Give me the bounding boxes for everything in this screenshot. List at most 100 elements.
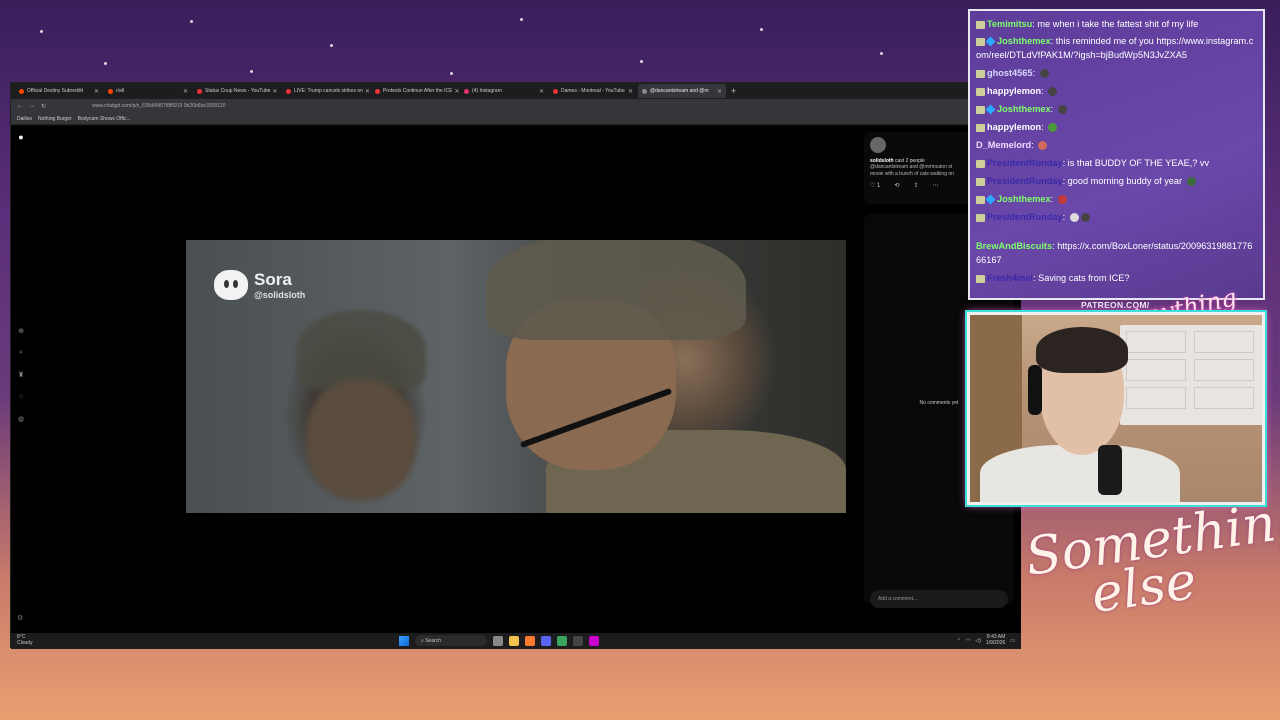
close-icon[interactable]: ✕ (626, 88, 633, 95)
clock-date: 1/9/2026 (985, 639, 1006, 646)
forward-icon[interactable]: → (29, 103, 35, 109)
reddit-icon (108, 88, 113, 94)
close-icon[interactable]: ✕ (181, 88, 188, 95)
file-explorer-icon[interactable] (509, 635, 519, 646)
discord-icon[interactable] (541, 635, 551, 646)
tab-live-trump[interactable]: LIVE: Trump cancels strikes on ✕ (282, 84, 370, 98)
chat-username[interactable]: BrewAndBiscuits (976, 241, 1052, 251)
like-button[interactable]: ♡ 1 (870, 182, 880, 189)
chat-username[interactable]: happylemon (987, 86, 1041, 96)
chrome-icon[interactable] (557, 635, 567, 646)
add-comment-input[interactable]: Add a comment... (870, 590, 1008, 608)
task-view-icon[interactable] (493, 635, 503, 646)
trophy-icon[interactable]: ♜ (18, 371, 24, 379)
reddit-icon (19, 88, 24, 94)
taskbar-search[interactable]: ⌕ Search (415, 635, 487, 646)
steam-icon[interactable] (589, 635, 599, 646)
remix-icon[interactable]: ⟲ (894, 182, 899, 189)
bookmark-nothing-burger[interactable]: Nothing Burger (38, 116, 72, 122)
chat-message: Joshthemex: (976, 100, 1257, 118)
weather-widget[interactable]: 8°C Cloudy (17, 634, 33, 646)
chat-message: D_Memelord: (976, 136, 1257, 154)
close-icon[interactable]: ✕ (452, 88, 459, 95)
chat-username[interactable]: ghost4565 (987, 68, 1032, 78)
tab-sora-active[interactable]: @dancantstream and @m ✕ (638, 84, 726, 98)
home-icon[interactable]: ⊕ (18, 327, 24, 335)
chat-text: me when i take the fattest shit of my li… (1037, 19, 1199, 29)
chat-username[interactable]: PresidentRunday (987, 158, 1063, 168)
firefox-icon[interactable] (525, 635, 535, 646)
left-rail: ● ⊕ ⌕ ♜ ♢ ◍ (15, 132, 27, 437)
chat-username[interactable]: Temimitsu (987, 19, 1032, 29)
sub-badge-icon (976, 69, 985, 78)
chat-username[interactable]: PresidentRunday (987, 176, 1063, 186)
notifications-icon[interactable]: ▭ (1010, 638, 1015, 644)
close-icon[interactable]: ✕ (537, 88, 544, 95)
windows-start-icon[interactable] (399, 635, 409, 646)
tab-destiny-subreddit[interactable]: Official Destiny Subreddit ✕ (15, 84, 103, 98)
url-field[interactable]: www.chatgpt.com/p/s_695d45f57f8f5919 0b2… (92, 103, 225, 109)
clock[interactable]: 8:43 AM 1/9/2026 (985, 634, 1006, 646)
volume-icon[interactable]: ◁) (975, 638, 981, 644)
chat-message: happylemon: (976, 118, 1257, 136)
bookmark-bodycam[interactable]: Bodycam Shows Offic... (78, 116, 131, 122)
chat-username[interactable]: Joshthemex (997, 104, 1051, 114)
tab-status-coup[interactable]: Status Coup News - YouTube ✕ (193, 84, 281, 98)
emote-icon (1038, 141, 1048, 151)
new-tab-button[interactable]: + (731, 86, 736, 96)
chat-text: is that BUDDY OF THE YEAE,? vv (1067, 158, 1210, 168)
chat-username[interactable]: Joshthemex (997, 36, 1051, 46)
tab-r-all[interactable]: r/all ✕ (104, 84, 192, 98)
avatar[interactable] (870, 136, 886, 153)
taskbar-search-label: Search (425, 638, 442, 644)
tab-label: (4) Instagram (472, 88, 502, 94)
share-icon[interactable]: ⇪ (913, 182, 918, 189)
tab-label: LIVE: Trump cancels strikes on (294, 88, 363, 94)
bookmark-dailies[interactable]: Dailies (17, 116, 32, 122)
instagram-icon (464, 88, 469, 94)
sora-brand: Sora (254, 270, 292, 289)
emote-icon (1048, 87, 1058, 97)
chat-message: happylemon: (976, 82, 1257, 100)
sora-page: ● ⊕ ⌕ ♜ ♢ ◍ ⚙ Sora @solidsloth solidslot… (11, 126, 1021, 633)
wifi-icon[interactable]: ◠ (966, 638, 970, 644)
emote-icon (1039, 69, 1049, 79)
chat-username[interactable]: PresidentRunday (987, 212, 1063, 222)
tray-chevron-icon[interactable]: ⌃ (957, 638, 961, 644)
gem-badge-icon (985, 194, 996, 205)
tab-instagram[interactable]: (4) Instagram ✕ (460, 84, 548, 98)
close-icon[interactable]: ✕ (92, 88, 99, 95)
tab-protests[interactable]: Protests Continue After the ICE ✕ (371, 84, 459, 98)
tab-label: Status Coup News - YouTube (205, 88, 271, 94)
tab-label: Official Destiny Subreddit (27, 88, 84, 94)
reload-icon[interactable]: ↻ (41, 103, 46, 110)
more-icon[interactable]: ⋯ (932, 182, 938, 189)
sora-handle: @solidsloth (254, 290, 306, 300)
browser-window: Official Destiny Subreddit ✕ r/all ✕ Statu… (10, 82, 1021, 649)
close-icon[interactable]: ✕ (715, 88, 722, 95)
tab-label: Protests Continue After the ICE (383, 88, 453, 94)
chat-username[interactable]: D_Memelord (976, 140, 1031, 150)
sub-badge-icon (976, 195, 985, 204)
obs-icon[interactable] (573, 635, 583, 646)
close-icon[interactable]: ✕ (363, 88, 370, 95)
emote-icon (1057, 195, 1067, 205)
profile-icon[interactable]: ◍ (18, 415, 24, 423)
chat-message: Joshthemex: this reminded me of you http… (976, 36, 1254, 60)
sora-watermark: Sora @solidsloth (214, 270, 305, 300)
search-icon[interactable]: ⌕ (19, 349, 23, 357)
close-icon[interactable]: ✕ (270, 88, 277, 95)
chat-message: Temimitsu: me when i take the fattest sh… (976, 15, 1257, 33)
sora-logo-icon[interactable]: ● (18, 132, 23, 142)
video-player[interactable]: Sora @solidsloth (186, 240, 846, 513)
chat-username[interactable]: Joshthemex (997, 194, 1051, 204)
notification-icon[interactable]: ♢ (18, 393, 24, 401)
sub-badge-icon (976, 37, 985, 46)
settings-icon[interactable]: ⚙ (17, 614, 23, 622)
tab-dames-montreal[interactable]: Dames - Montreal - YouTube ✕ (549, 84, 637, 98)
like-count: 1 (877, 183, 881, 189)
tab-bar: Official Destiny Subreddit ✕ r/all ✕ Statu… (11, 83, 1021, 99)
chat-username[interactable]: Fresh4mel (987, 273, 1033, 283)
chat-username[interactable]: happylemon (987, 122, 1041, 132)
back-icon[interactable]: ← (17, 103, 23, 109)
